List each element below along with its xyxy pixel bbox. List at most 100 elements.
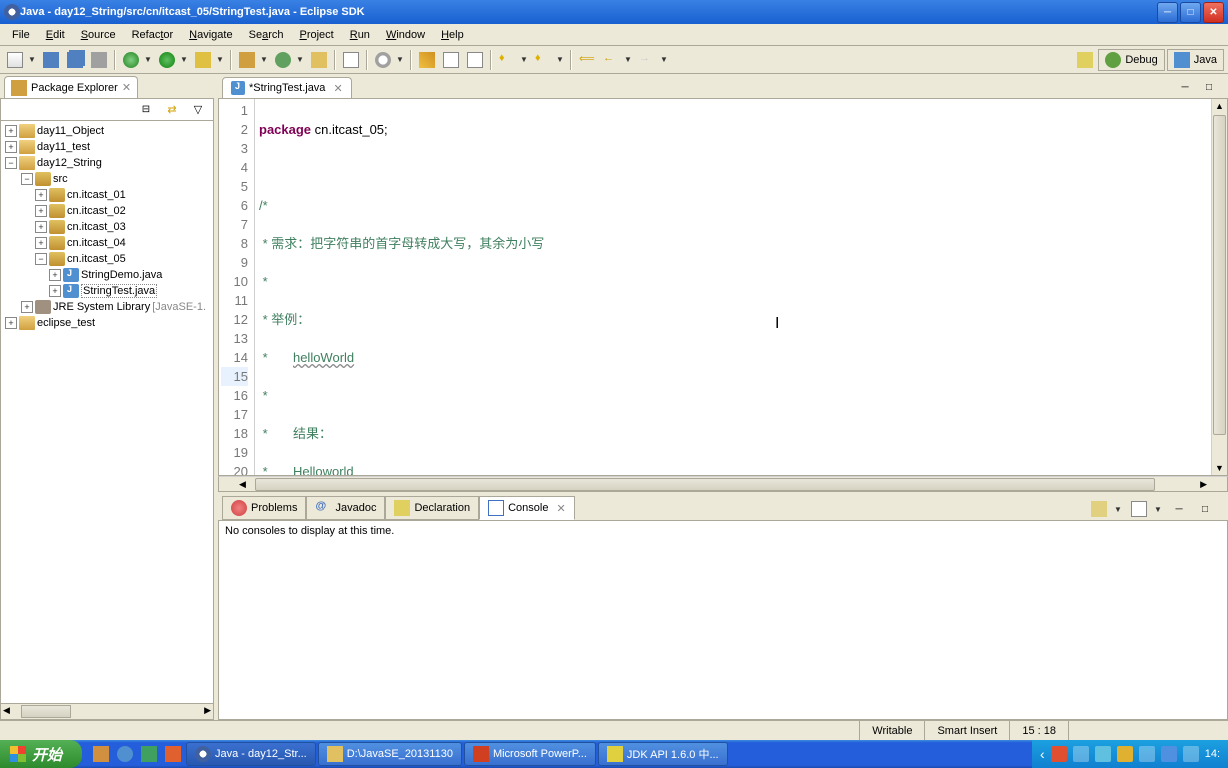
perspective-java[interactable]: Java — [1167, 49, 1224, 71]
sidebar-hscrollbar[interactable]: ◀ ▶ — [0, 704, 214, 720]
close-tab-icon[interactable]: ✕ — [122, 81, 131, 94]
print-button[interactable] — [88, 49, 110, 71]
run-last-dropdown[interactable]: ▼ — [216, 55, 226, 64]
menu-file[interactable]: File — [4, 27, 38, 43]
statusbar: Writable Smart Insert 15 : 18 — [0, 720, 1228, 740]
new-dropdown[interactable]: ▼ — [28, 55, 38, 64]
new-folder-button[interactable] — [308, 49, 330, 71]
last-edit-button[interactable]: ⟸ — [576, 49, 598, 71]
code-editor[interactable]: 1 2 3 4 5 6 7 8 9 10 11 12 13 14 15 16 1… — [218, 98, 1228, 476]
editor-tab[interactable]: *StringTest.java ✕ — [222, 77, 352, 98]
toggle-block-button[interactable] — [440, 49, 462, 71]
package-icon — [49, 204, 65, 218]
minimize-button[interactable]: ─ — [1157, 2, 1178, 23]
java-file-icon — [231, 81, 245, 95]
forward-button[interactable]: → — [636, 49, 658, 71]
problems-tab[interactable]: Problems — [222, 496, 306, 520]
main-toolbar: ▼ ▼ ▼ ▼ ▼ ▼ ▼ ♦ ▼ ♦ ▼ ⟸ ← ▼ → ▼ Debug Ja… — [0, 46, 1228, 74]
windows-taskbar: 开始 Java - day12_Str... D:\JavaSE_2013113… — [0, 740, 1228, 768]
back-button[interactable]: ← — [600, 49, 622, 71]
tray-icon[interactable] — [1073, 746, 1089, 762]
debug-button[interactable] — [120, 49, 142, 71]
open-type-button[interactable] — [340, 49, 362, 71]
tree-item-javafile: +StringDemo.java — [3, 267, 211, 283]
collapse-all-button[interactable]: ⊟ — [135, 99, 157, 121]
taskbar-item-explorer[interactable]: D:\JavaSE_20131130 — [318, 742, 462, 766]
console-display-button[interactable] — [1128, 498, 1150, 520]
taskbar-item-jdkapi[interactable]: JDK API 1.6.0 中... — [598, 742, 728, 766]
close-button[interactable]: ✕ — [1203, 2, 1224, 23]
run-button[interactable] — [156, 49, 178, 71]
close-tab-icon[interactable]: ✕ — [556, 502, 565, 515]
toggle-mark-button[interactable] — [416, 49, 438, 71]
javadoc-tab[interactable]: @ Javadoc — [306, 496, 385, 520]
package-explorer-tree[interactable]: +day11_Object +day11_test −day12_String … — [0, 120, 214, 704]
tray-icon[interactable] — [1117, 746, 1133, 762]
quick-launch-item[interactable] — [162, 743, 184, 765]
quick-launch-item[interactable] — [114, 743, 136, 765]
tray-icon[interactable] — [1161, 746, 1177, 762]
editor-hscrollbar[interactable]: ◀ ▶ — [218, 476, 1228, 492]
menu-window[interactable]: Window — [378, 27, 433, 43]
maximize-button[interactable]: □ — [1180, 2, 1201, 23]
editor-vscrollbar[interactable]: ▲ ▼ — [1211, 99, 1227, 475]
minimize-view-button[interactable]: ─ — [1168, 498, 1190, 520]
menu-refactor[interactable]: Refactor — [124, 27, 182, 43]
tray-icon[interactable] — [1183, 746, 1199, 762]
tray-icon[interactable] — [1095, 746, 1111, 762]
code-content[interactable]: package cn.itcast_05; /* * 需求：把字符串的首字母转成… — [255, 99, 1211, 475]
maximize-view-button[interactable]: □ — [1198, 76, 1220, 98]
taskbar-item-eclipse[interactable]: Java - day12_Str... — [186, 742, 316, 766]
package-explorer-tab[interactable]: Package Explorer ✕ — [4, 76, 138, 99]
project-icon — [19, 316, 35, 330]
run-dropdown[interactable]: ▼ — [180, 55, 190, 64]
run-last-button[interactable] — [192, 49, 214, 71]
project-icon — [19, 124, 35, 138]
system-tray[interactable]: ‹ 14: — [1032, 740, 1228, 768]
menu-search[interactable]: Search — [241, 27, 292, 43]
show-whitespace-button[interactable] — [464, 49, 486, 71]
view-menu-button[interactable]: ▽ — [187, 99, 209, 121]
save-all-button[interactable] — [64, 49, 86, 71]
taskbar-item-powerpoint[interactable]: Microsoft PowerP... — [464, 742, 596, 766]
prev-annotation-button[interactable]: ♦ — [532, 49, 554, 71]
menu-navigate[interactable]: Navigate — [181, 27, 240, 43]
save-button[interactable] — [40, 49, 62, 71]
folder-icon — [327, 746, 343, 762]
menu-source[interactable]: Source — [73, 27, 124, 43]
maximize-view-button[interactable]: □ — [1194, 498, 1216, 520]
open-perspective-button[interactable] — [1074, 49, 1096, 71]
search-button[interactable] — [372, 49, 394, 71]
scrollbar-thumb[interactable] — [255, 478, 1155, 491]
scrollbar-thumb[interactable] — [21, 705, 71, 718]
menu-project[interactable]: Project — [291, 27, 341, 43]
tray-clock[interactable]: 14: — [1205, 748, 1220, 760]
new-button[interactable] — [4, 49, 26, 71]
menu-help[interactable]: Help — [433, 27, 472, 43]
next-annotation-button[interactable]: ♦ — [496, 49, 518, 71]
close-tab-icon[interactable]: ✕ — [333, 82, 342, 95]
console-output[interactable]: No consoles to display at this time. — [218, 520, 1228, 720]
perspective-debug[interactable]: Debug — [1098, 49, 1164, 71]
link-editor-button[interactable]: ⇄ — [161, 99, 183, 121]
new-package-button[interactable] — [236, 49, 258, 71]
new-class-button[interactable] — [272, 49, 294, 71]
tray-expand-icon[interactable]: ‹ — [1040, 746, 1045, 762]
quick-launch-item[interactable] — [90, 743, 112, 765]
status-writable: Writable — [859, 721, 924, 740]
tray-icon[interactable] — [1139, 746, 1155, 762]
scrollbar-thumb[interactable] — [1213, 115, 1226, 435]
minimize-view-button[interactable]: ─ — [1174, 76, 1196, 98]
console-icon — [488, 500, 504, 516]
start-button[interactable]: 开始 — [0, 740, 82, 768]
menu-edit[interactable]: Edit — [38, 27, 73, 43]
quick-launch-item[interactable] — [138, 743, 160, 765]
package-icon — [49, 188, 65, 202]
console-tab[interactable]: Console ✕ — [479, 496, 575, 520]
menu-run[interactable]: Run — [342, 27, 378, 43]
window-title: Java - day12_String/src/cn/itcast_05/Str… — [20, 6, 1157, 18]
tray-icon[interactable] — [1051, 746, 1067, 762]
console-pin-button[interactable] — [1088, 498, 1110, 520]
debug-dropdown[interactable]: ▼ — [144, 55, 154, 64]
declaration-tab[interactable]: Declaration — [385, 496, 479, 520]
